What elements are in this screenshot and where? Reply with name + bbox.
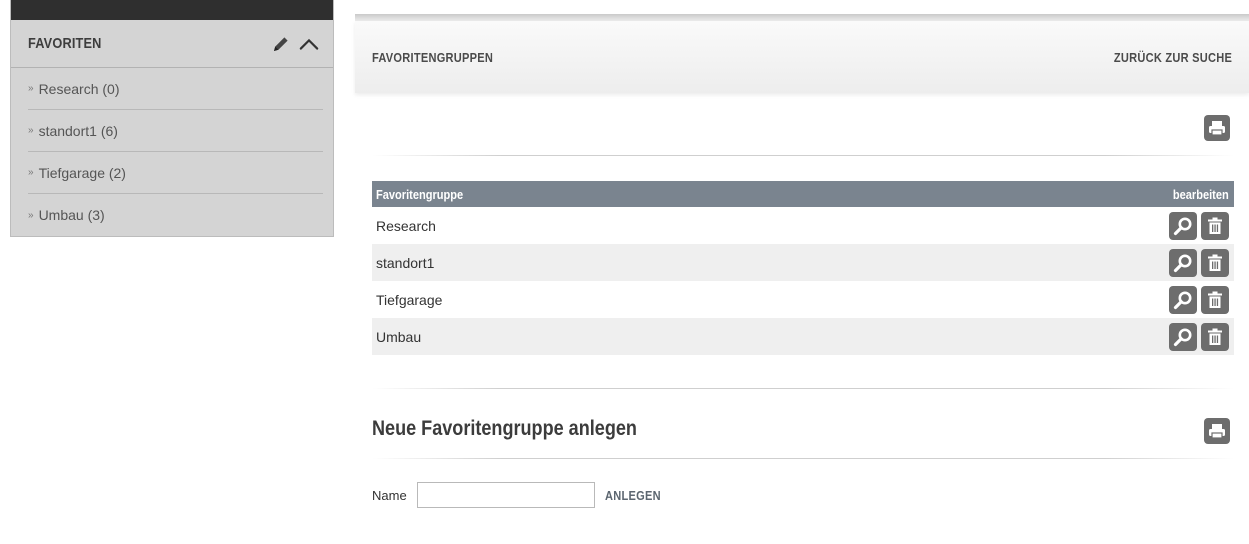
magnifier-icon (1173, 328, 1192, 346)
trash-icon (1208, 328, 1222, 345)
page-title: FAVORITENGRUPPEN (372, 49, 494, 65)
sidebar-item-label: Research (0) (38, 80, 120, 97)
sidebar-item-standort1[interactable]: » standort1 (6) (28, 110, 323, 152)
search-button[interactable] (1169, 322, 1197, 351)
search-button[interactable] (1169, 211, 1197, 240)
new-group-title: Neue Favoritengruppe anlegen (372, 417, 637, 440)
delete-button[interactable] (1201, 211, 1229, 240)
printer-icon (1209, 121, 1225, 136)
table-row: Research (372, 207, 1234, 244)
row-actions (1169, 211, 1229, 240)
pencil-icon[interactable] (271, 34, 291, 54)
back-to-search-link[interactable]: ZURÜCK ZUR SUCHE (1114, 50, 1232, 65)
column-header-group: Favoritengruppe (376, 186, 464, 202)
favorite-groups-table: Favoritengruppe bearbeiten Research stan… (372, 181, 1234, 355)
top-divider (355, 14, 1249, 21)
printer-icon (1209, 424, 1225, 439)
row-actions (1169, 285, 1229, 314)
group-name: Umbau (376, 328, 422, 345)
sidebar-item-tiefgarage[interactable]: » Tiefgarage (2) (28, 152, 323, 194)
sidebar-top-bar (11, 0, 333, 20)
print-button[interactable] (1204, 418, 1230, 444)
name-label: Name (372, 487, 407, 503)
new-group-form: Name ANLEGEN (372, 482, 670, 508)
bullet: » (28, 209, 34, 221)
chevron-up-icon[interactable] (299, 34, 319, 54)
create-button[interactable]: ANLEGEN (605, 488, 661, 503)
delete-button[interactable] (1201, 322, 1229, 351)
table-row: standort1 (372, 244, 1234, 281)
search-button[interactable] (1169, 248, 1197, 277)
trash-icon (1208, 217, 1222, 234)
trash-icon (1208, 291, 1222, 308)
sidebar-item-label: Tiefgarage (2) (38, 164, 126, 181)
divider (372, 155, 1234, 156)
sidebar-item-research[interactable]: » Research (0) (28, 68, 323, 110)
search-button[interactable] (1169, 285, 1197, 314)
table-row: Umbau (372, 318, 1234, 355)
divider (372, 388, 1234, 389)
main-panel: FAVORITENGRUPPEN ZURÜCK ZUR SUCHE Favori… (355, 14, 1249, 544)
sidebar-title: FAVORITEN (28, 35, 102, 52)
sidebar-item-label: standort1 (6) (38, 122, 118, 139)
bullet: » (28, 125, 34, 136)
sidebar-item-label: Umbau (3) (38, 207, 105, 223)
group-name: Tiefgarage (376, 291, 443, 308)
row-actions (1169, 322, 1229, 351)
sidebar-item-umbau[interactable]: » Umbau (3) (28, 194, 323, 236)
bullet: » (28, 83, 34, 94)
group-name: Research (376, 217, 436, 234)
trash-icon (1208, 254, 1222, 271)
print-button[interactable] (1204, 115, 1230, 141)
bullet: » (28, 167, 34, 178)
magnifier-icon (1173, 254, 1192, 272)
group-name: standort1 (376, 254, 435, 271)
row-actions (1169, 248, 1229, 277)
favorites-list: » Research (0) » standort1 (6) » Tiefgar… (11, 68, 333, 236)
favorites-sidebar: FAVORITEN » Research (0) » standort1 (6)… (10, 0, 334, 237)
delete-button[interactable] (1201, 285, 1229, 314)
column-header-edit: bearbeiten (1173, 186, 1229, 202)
delete-button[interactable] (1201, 248, 1229, 277)
page-header: FAVORITENGRUPPEN ZURÜCK ZUR SUCHE (355, 21, 1249, 93)
table-row: Tiefgarage (372, 281, 1234, 318)
group-name-input[interactable] (416, 482, 595, 508)
magnifier-icon (1173, 291, 1192, 309)
divider (372, 458, 1234, 459)
sidebar-tools (271, 34, 319, 54)
magnifier-icon (1173, 217, 1192, 235)
sidebar-header: FAVORITEN (11, 20, 333, 68)
table-header: Favoritengruppe bearbeiten (372, 181, 1234, 207)
